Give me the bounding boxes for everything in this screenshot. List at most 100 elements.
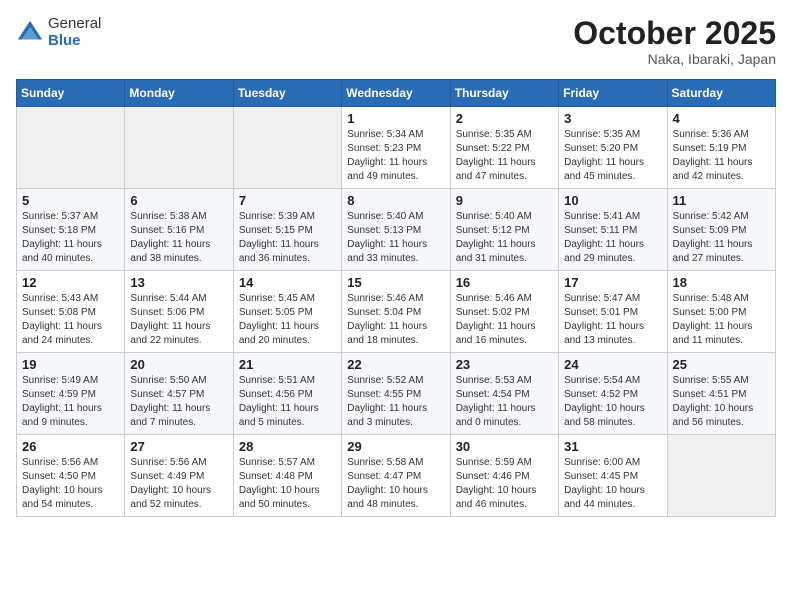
calendar-header-row: SundayMondayTuesdayWednesdayThursdayFrid… xyxy=(17,80,776,107)
calendar-cell xyxy=(233,107,341,189)
day-info: Sunrise: 5:40 AM Sunset: 5:12 PM Dayligh… xyxy=(456,210,553,266)
day-info: Sunrise: 5:44 AM Sunset: 5:06 PM Dayligh… xyxy=(130,292,227,348)
day-info: Sunrise: 5:36 AM Sunset: 5:19 PM Dayligh… xyxy=(673,128,770,184)
calendar-cell: 22Sunrise: 5:52 AM Sunset: 4:55 PM Dayli… xyxy=(342,353,450,435)
day-info: Sunrise: 5:34 AM Sunset: 5:23 PM Dayligh… xyxy=(347,128,444,184)
day-info: Sunrise: 5:59 AM Sunset: 4:46 PM Dayligh… xyxy=(456,456,553,512)
day-number: 17 xyxy=(564,275,661,290)
calendar-cell: 19 Sunrise: 5:49 AM Sunset: 4:59 PM Dayli… xyxy=(17,353,125,435)
calendar-cell: 20 Sunrise: 5:50 AM Sunset: 4:57 PM Dayli… xyxy=(125,353,233,435)
calendar-cell: 15 Sunrise: 5:46 AM Sunset: 5:04 PM Dayli… xyxy=(342,271,450,353)
day-info: Sunrise: 5:46 AM Sunset: 5:04 PM Dayligh… xyxy=(347,292,444,348)
day-info: Sunrise: 5:55 AM Sunset: 4:51 PM Dayligh… xyxy=(673,374,770,430)
calendar-week-row: 26 Sunrise: 5:56 AM Sunset: 4:50 PM Dayli… xyxy=(17,435,776,517)
day-number: 3 xyxy=(564,111,661,126)
logo: General Blue xyxy=(16,16,101,49)
day-number: 20 xyxy=(130,357,227,372)
logo-general: General xyxy=(48,16,101,33)
day-info: Sunrise: 5:50 AM Sunset: 4:57 PM Dayligh… xyxy=(130,374,227,430)
day-info: Sunrise: 5:39 AM Sunset: 5:15 PM Dayligh… xyxy=(239,210,336,266)
calendar-cell: 7 Sunrise: 5:39 AM Sunset: 5:15 PM Daylig… xyxy=(233,189,341,271)
day-info: Sunrise: 5:53 AM Sunset: 4:54 PM Dayligh… xyxy=(456,374,553,430)
day-info: Sunrise: 5:43 AM Sunset: 5:08 PM Dayligh… xyxy=(22,292,119,348)
calendar-cell: 5 Sunrise: 5:37 AM Sunset: 5:18 PM Daylig… xyxy=(17,189,125,271)
day-info: Sunrise: 5:42 AM Sunset: 5:09 PM Dayligh… xyxy=(673,210,770,266)
day-number: 19 xyxy=(22,357,119,372)
calendar-cell xyxy=(17,107,125,189)
calendar-cell: 3 Sunrise: 5:35 AM Sunset: 5:20 PM Daylig… xyxy=(559,107,667,189)
day-number: 15 xyxy=(347,275,444,290)
day-number: 31 xyxy=(564,439,661,454)
header: General Blue October 2025 Naka, Ibaraki,… xyxy=(16,16,776,67)
location: Naka, Ibaraki, Japan xyxy=(573,51,776,67)
calendar-cell: 6Sunrise: 5:38 AM Sunset: 5:16 PM Daylig… xyxy=(125,189,233,271)
calendar-cell: 1Sunrise: 5:34 AM Sunset: 5:23 PM Daylig… xyxy=(342,107,450,189)
calendar-cell: 21 Sunrise: 5:51 AM Sunset: 4:56 PM Dayli… xyxy=(233,353,341,435)
day-number: 7 xyxy=(239,193,336,208)
day-info: Sunrise: 5:56 AM Sunset: 4:49 PM Dayligh… xyxy=(130,456,227,512)
calendar-cell: 8Sunrise: 5:40 AM Sunset: 5:13 PM Daylig… xyxy=(342,189,450,271)
calendar-week-row: 1Sunrise: 5:34 AM Sunset: 5:23 PM Daylig… xyxy=(17,107,776,189)
day-number: 14 xyxy=(239,275,336,290)
day-info: Sunrise: 5:46 AM Sunset: 5:02 PM Dayligh… xyxy=(456,292,553,348)
day-number: 9 xyxy=(456,193,553,208)
calendar-cell: 13 Sunrise: 5:44 AM Sunset: 5:06 PM Dayli… xyxy=(125,271,233,353)
day-number: 23 xyxy=(456,357,553,372)
weekday-header: Friday xyxy=(559,80,667,107)
day-info: Sunrise: 5:37 AM Sunset: 5:18 PM Dayligh… xyxy=(22,210,119,266)
calendar-cell: 14 Sunrise: 5:45 AM Sunset: 5:05 PM Dayli… xyxy=(233,271,341,353)
day-number: 28 xyxy=(239,439,336,454)
day-number: 2 xyxy=(456,111,553,126)
day-number: 26 xyxy=(22,439,119,454)
day-number: 5 xyxy=(22,193,119,208)
logo-text: General Blue xyxy=(48,16,101,49)
weekday-header: Saturday xyxy=(667,80,775,107)
day-number: 13 xyxy=(130,275,227,290)
day-number: 21 xyxy=(239,357,336,372)
day-info: Sunrise: 5:51 AM Sunset: 4:56 PM Dayligh… xyxy=(239,374,336,430)
calendar-week-row: 12 Sunrise: 5:43 AM Sunset: 5:08 PM Dayli… xyxy=(17,271,776,353)
day-number: 11 xyxy=(673,193,770,208)
day-number: 27 xyxy=(130,439,227,454)
day-number: 4 xyxy=(673,111,770,126)
day-info: Sunrise: 5:45 AM Sunset: 5:05 PM Dayligh… xyxy=(239,292,336,348)
title-area: October 2025 Naka, Ibaraki, Japan xyxy=(573,16,776,67)
day-info: Sunrise: 6:00 AM Sunset: 4:45 PM Dayligh… xyxy=(564,456,661,512)
weekday-header: Tuesday xyxy=(233,80,341,107)
weekday-header: Thursday xyxy=(450,80,558,107)
calendar-cell: 31 Sunrise: 6:00 AM Sunset: 4:45 PM Dayli… xyxy=(559,435,667,517)
weekday-header: Sunday xyxy=(17,80,125,107)
day-number: 12 xyxy=(22,275,119,290)
day-info: Sunrise: 5:40 AM Sunset: 5:13 PM Dayligh… xyxy=(347,210,444,266)
calendar-cell: 2 Sunrise: 5:35 AM Sunset: 5:22 PM Daylig… xyxy=(450,107,558,189)
calendar-cell: 9 Sunrise: 5:40 AM Sunset: 5:12 PM Daylig… xyxy=(450,189,558,271)
day-info: Sunrise: 5:57 AM Sunset: 4:48 PM Dayligh… xyxy=(239,456,336,512)
day-info: Sunrise: 5:52 AM Sunset: 4:55 PM Dayligh… xyxy=(347,374,444,430)
calendar-week-row: 19 Sunrise: 5:49 AM Sunset: 4:59 PM Dayli… xyxy=(17,353,776,435)
logo-blue: Blue xyxy=(48,33,101,50)
day-info: Sunrise: 5:35 AM Sunset: 5:20 PM Dayligh… xyxy=(564,128,661,184)
day-info: Sunrise: 5:35 AM Sunset: 5:22 PM Dayligh… xyxy=(456,128,553,184)
day-number: 25 xyxy=(673,357,770,372)
calendar-cell: 12 Sunrise: 5:43 AM Sunset: 5:08 PM Dayli… xyxy=(17,271,125,353)
day-number: 24 xyxy=(564,357,661,372)
calendar-cell: 23 Sunrise: 5:53 AM Sunset: 4:54 PM Dayli… xyxy=(450,353,558,435)
day-info: Sunrise: 5:47 AM Sunset: 5:01 PM Dayligh… xyxy=(564,292,661,348)
calendar-cell: 24 Sunrise: 5:54 AM Sunset: 4:52 PM Dayli… xyxy=(559,353,667,435)
day-info: Sunrise: 5:58 AM Sunset: 4:47 PM Dayligh… xyxy=(347,456,444,512)
calendar-cell xyxy=(667,435,775,517)
calendar-cell: 18Sunrise: 5:48 AM Sunset: 5:00 PM Dayli… xyxy=(667,271,775,353)
calendar-cell: 30 Sunrise: 5:59 AM Sunset: 4:46 PM Dayli… xyxy=(450,435,558,517)
day-number: 29 xyxy=(347,439,444,454)
day-info: Sunrise: 5:54 AM Sunset: 4:52 PM Dayligh… xyxy=(564,374,661,430)
logo-icon xyxy=(16,19,44,47)
day-number: 6 xyxy=(130,193,227,208)
day-info: Sunrise: 5:49 AM Sunset: 4:59 PM Dayligh… xyxy=(22,374,119,430)
day-info: Sunrise: 5:56 AM Sunset: 4:50 PM Dayligh… xyxy=(22,456,119,512)
calendar-cell xyxy=(125,107,233,189)
calendar-cell: 29 Sunrise: 5:58 AM Sunset: 4:47 PM Dayli… xyxy=(342,435,450,517)
day-number: 30 xyxy=(456,439,553,454)
calendar-cell: 16 Sunrise: 5:46 AM Sunset: 5:02 PM Dayli… xyxy=(450,271,558,353)
calendar-cell: 10Sunrise: 5:41 AM Sunset: 5:11 PM Dayli… xyxy=(559,189,667,271)
day-number: 16 xyxy=(456,275,553,290)
